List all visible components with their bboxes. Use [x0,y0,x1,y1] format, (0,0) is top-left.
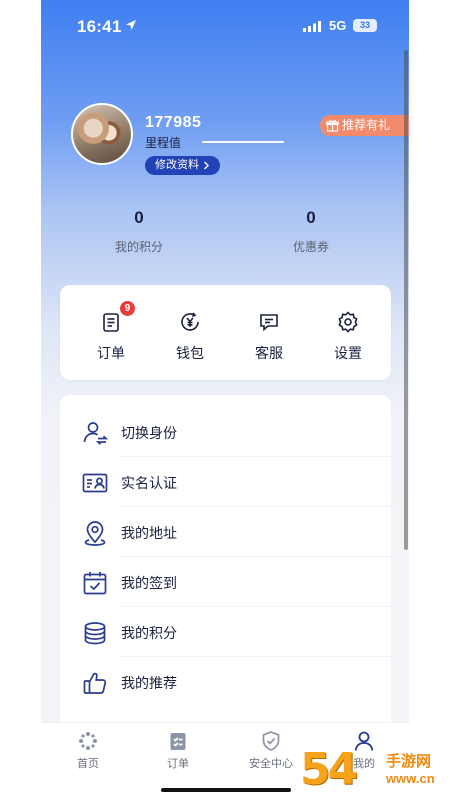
refer-reward-label: 推荐有礼 [342,118,391,132]
quick-action-settings[interactable]: 设置 [313,285,383,380]
wallet-yuan-icon [181,312,199,331]
watermark-number: 54 [300,744,358,795]
menu-item-verification[interactable]: 实名认证 [60,457,391,507]
menu-item-label: 实名认证 [121,475,177,491]
watermark-url: www.cn [386,771,435,786]
quick-action-label: 设置 [334,345,362,361]
watermark-text: 手游网 [386,753,432,770]
menu-item-points[interactable]: 我的积分 [60,607,391,657]
mileage-label: 里程值 [145,136,182,150]
menu-item-address[interactable]: 我的地址 [60,507,391,557]
avatar[interactable] [71,103,133,165]
edit-profile-button[interactable]: 修改资料 [145,156,220,175]
coupons-label: 优惠券 [292,240,329,254]
tab-label: 订单 [167,758,189,770]
quick-actions-card: 9 订单 钱包 客服 设置 [60,285,391,380]
coins-stack-icon [84,622,106,645]
quick-action-label: 客服 [255,345,283,361]
gear-icon [338,311,358,333]
quick-action-wallet[interactable]: 钱包 [155,285,225,380]
tab-label: 首页 [77,758,99,770]
network-type: 5G [329,18,347,33]
location-pin-icon [84,521,106,546]
refer-reward-button[interactable]: 推荐有礼 [320,115,409,136]
username: 177985 [145,114,202,131]
menu-item-label: 我的积分 [121,625,177,641]
status-time: 16:41 [77,17,122,36]
shield-check-icon [262,731,280,751]
calendar-check-icon [83,572,107,595]
quick-action-service[interactable]: 客服 [234,285,304,380]
menu-item-label: 我的推荐 [121,675,177,691]
menu-item-switch-identity[interactable]: 切换身份 [60,407,391,457]
quick-action-orders[interactable]: 9 订单 [76,285,146,380]
menu-item-label: 我的地址 [121,525,177,541]
switch-user-icon [83,422,109,445]
mileage-progress-bar [202,141,284,143]
points-label: 我的积分 [114,240,163,254]
watermark-logo: 54 手游网 www.cn [300,745,450,800]
home-logo-icon [79,732,97,750]
quick-action-label: 钱包 [176,345,204,361]
quick-action-label: 订单 [97,345,125,361]
orders-badge: 9 [120,301,135,316]
location-arrow-icon [126,20,136,30]
app-screen: 16:41 5G 33 177985 里程值 修改资料 推荐有礼 0 我的积分 … [41,0,409,800]
home-indicator[interactable] [161,788,291,792]
menu-item-label: 切换身份 [121,425,177,441]
menu-list: 切换身份 实名认证 我的地址 我的签到 我的积分 我的推荐 [60,395,391,725]
battery-icon: 33 [353,19,377,32]
menu-item-referrals[interactable]: 我的推荐 [60,657,391,707]
tab-label: 安全中心 [249,758,293,770]
clipboard-icon [170,733,186,750]
stat-coupons[interactable]: 0 优惠券 [271,208,351,255]
coupons-value: 0 [306,208,316,227]
stat-points[interactable]: 0 我的积分 [99,208,179,255]
id-card-icon [82,473,108,493]
scrollbar[interactable] [404,50,408,550]
thumbs-up-icon [83,672,107,694]
menu-item-label: 我的签到 [121,575,177,591]
order-list-icon [103,313,119,332]
status-bar: 16:41 5G 33 [41,0,409,52]
chevron-right-icon [204,161,209,170]
chat-icon [260,314,278,332]
gift-icon [326,120,339,132]
points-value: 0 [134,208,144,227]
signal-icon [303,21,321,32]
edit-profile-label: 修改资料 [155,159,199,171]
menu-item-checkin[interactable]: 我的签到 [60,557,391,607]
